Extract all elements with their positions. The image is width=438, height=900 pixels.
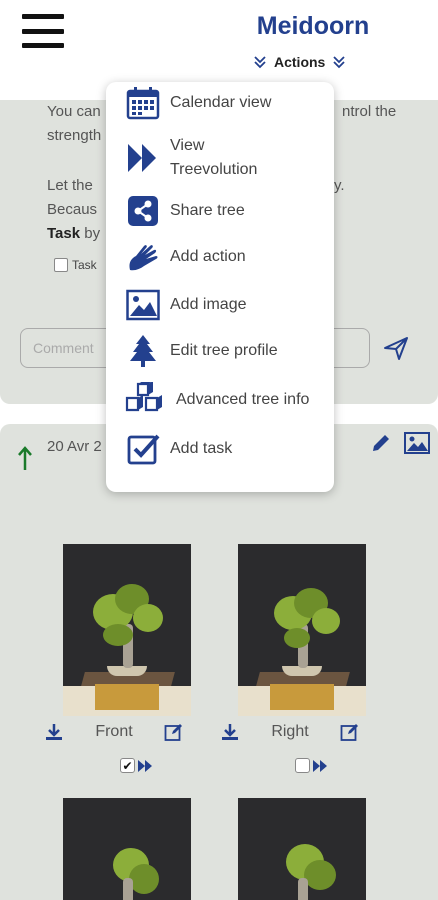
actions-label: Actions	[274, 54, 326, 70]
menu-item-label: Add action	[170, 248, 246, 265]
menu-item-share-tree[interactable]: Share tree	[126, 194, 245, 228]
share-icon	[128, 196, 158, 226]
checkbox-icon	[127, 434, 160, 465]
advice-text-line: Becaus	[47, 201, 98, 218]
chevron-down-icon	[333, 56, 345, 69]
photo-select-checkbox[interactable]: ✔	[120, 758, 135, 773]
tree-photo-front[interactable]	[63, 544, 191, 716]
photo-label-row: Front	[44, 722, 184, 742]
edit-icon[interactable]	[164, 722, 184, 742]
menu-hamburger-icon[interactable]	[22, 14, 64, 48]
menu-item-edit-tree-profile[interactable]: Edit tree profile	[126, 334, 278, 368]
photo-label-right: Right	[271, 723, 309, 740]
pencil-icon[interactable]	[370, 432, 392, 454]
fast-forward-icon	[313, 759, 327, 772]
menu-item-calendar-view[interactable]: Calendar view	[126, 86, 271, 120]
tree-photo[interactable]	[63, 798, 191, 900]
fast-forward-icon	[128, 144, 156, 172]
advice-text-line: Task by	[47, 224, 100, 244]
menu-item-label: Advanced tree info	[176, 391, 310, 408]
download-icon[interactable]	[44, 722, 64, 742]
advice-text-line: strength	[47, 127, 102, 144]
send-icon[interactable]	[382, 334, 410, 362]
chevron-down-icon	[254, 56, 266, 69]
menu-item-label: Calendar view	[170, 94, 272, 111]
advice-text-line: You can	[47, 103, 101, 120]
photo-select-checkbox[interactable]	[295, 758, 310, 773]
advice-text-line: Let the	[47, 177, 93, 194]
edit-icon[interactable]	[340, 722, 360, 742]
tree-photo[interactable]	[238, 798, 366, 900]
image-icon[interactable]	[404, 432, 430, 454]
fast-forward-icon	[138, 759, 152, 772]
tree-photo-right[interactable]	[238, 544, 366, 716]
photo-select-right[interactable]	[295, 758, 328, 773]
menu-item-add-task[interactable]: Add task	[126, 432, 232, 466]
hands-icon	[129, 245, 158, 271]
advice-text-line: y.	[334, 177, 345, 194]
photo-select-front[interactable]: ✔	[120, 758, 153, 773]
actions-dropdown-toggle[interactable]: Actions	[252, 54, 347, 70]
menu-item-label: Edit tree profile	[170, 342, 278, 359]
download-icon[interactable]	[220, 722, 240, 742]
task-bold-text: Task	[47, 225, 81, 242]
menu-item-label: Add image	[170, 296, 247, 313]
entry-date: 20 Avr 2	[47, 438, 102, 455]
task-checkbox[interactable]: Task	[54, 258, 97, 272]
menu-item-view-treevolution[interactable]: View Treevolution	[126, 134, 257, 182]
advice-text-fragment: by	[84, 225, 101, 242]
calendar-icon	[126, 87, 160, 120]
menu-item-label: Add task	[170, 440, 233, 457]
menu-item-label-line: View	[170, 137, 205, 154]
menu-item-label: Share tree	[170, 202, 245, 219]
menu-item-add-action[interactable]: Add action	[126, 240, 246, 274]
checkbox-box[interactable]	[54, 258, 68, 272]
image-icon	[126, 289, 160, 321]
arrow-up-icon	[18, 446, 32, 470]
photo-label-row: Right	[220, 722, 360, 742]
page-title: Meidoorn	[256, 12, 370, 40]
task-checkbox-label: Task	[72, 258, 97, 272]
menu-item-label-line: Treevolution	[170, 161, 258, 178]
advice-text-line: ntrol the	[342, 103, 397, 120]
tree-icon	[130, 335, 156, 367]
menu-item-advanced-tree-info[interactable]: Advanced tree info	[124, 382, 309, 418]
cubes-icon	[125, 382, 162, 412]
actions-menu: Calendar view View Treevolution Share tr…	[106, 82, 334, 492]
photo-label-front: Front	[95, 723, 133, 740]
menu-item-label: View Treevolution	[170, 134, 257, 182]
menu-item-add-image[interactable]: Add image	[126, 288, 247, 322]
